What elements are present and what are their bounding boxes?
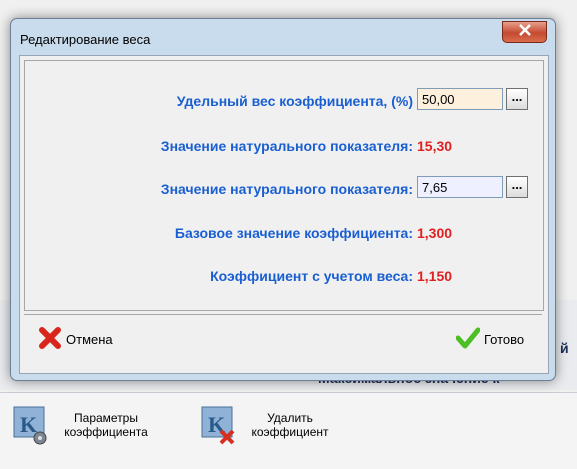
dialog-titlebar[interactable]: Редактирование веса	[11, 19, 555, 55]
natural-value-row: Значение натурального показателя: 15,30	[25, 133, 543, 159]
weight-row: Удельный вес коэффициента, (%) 50,00 ...	[25, 88, 543, 114]
weight-input[interactable]: 50,00	[417, 88, 503, 110]
natural-value: 15,30	[417, 138, 453, 154]
dialog-client-area: Удельный вес коэффициента, (%) 50,00 ...…	[19, 55, 549, 374]
coefficient-params-label: Параметры коэффициента	[64, 411, 148, 439]
weighted-coefficient-label: Коэффициент с учетом веса:	[210, 268, 413, 284]
svg-text:K: K	[20, 412, 37, 437]
weighted-coefficient-value: 1,150	[417, 268, 453, 284]
weighted-coefficient-row: Коэффициент с учетом веса: 1,150	[25, 263, 543, 289]
base-coefficient-label: Базовое значение коэффициента:	[174, 225, 413, 241]
done-button[interactable]: Готово	[455, 327, 525, 352]
edit-weight-dialog: Редактирование веса Удельный вес коэффиц…	[10, 18, 556, 381]
close-icon	[518, 23, 532, 41]
background-partial-text: й	[560, 340, 569, 356]
natural-value-edit-row: Значение натурального показателя: 7,65 .…	[25, 176, 543, 202]
base-coefficient-value: 1,300	[417, 225, 453, 241]
weight-more-button[interactable]: ...	[506, 88, 528, 110]
dialog-footer: Отмена Готово	[24, 314, 542, 365]
delete-coefficient-button[interactable]: K Удалить коэффициент	[200, 405, 338, 445]
dialog-content: Удельный вес коэффициента, (%) 50,00 ...…	[24, 60, 544, 311]
coefficient-params-button[interactable]: K Параметры коэффициента	[12, 405, 158, 445]
cancel-x-icon	[38, 327, 62, 352]
delete-coefficient-label: Удалить коэффициент	[251, 411, 329, 439]
natural-value-input[interactable]: 7,65	[417, 176, 503, 198]
natural-value-edit-label: Значение натурального показателя:	[160, 181, 413, 197]
cancel-label: Отмена	[66, 332, 113, 347]
natural-value-label: Значение натурального показателя:	[160, 138, 413, 154]
natural-value-more-button[interactable]: ...	[506, 176, 528, 198]
base-coefficient-row: Базовое значение коэффициента: 1,300	[25, 220, 543, 246]
coefficient-settings-icon: K	[12, 405, 50, 445]
delete-coefficient-icon: K	[200, 405, 238, 445]
close-button[interactable]	[502, 21, 547, 43]
checkmark-icon	[455, 327, 481, 352]
cancel-button[interactable]: Отмена	[38, 327, 113, 352]
dialog-title: Редактирование веса	[20, 32, 151, 47]
done-label: Готово	[484, 332, 525, 347]
weight-label: Удельный вес коэффициента, (%)	[176, 93, 413, 109]
